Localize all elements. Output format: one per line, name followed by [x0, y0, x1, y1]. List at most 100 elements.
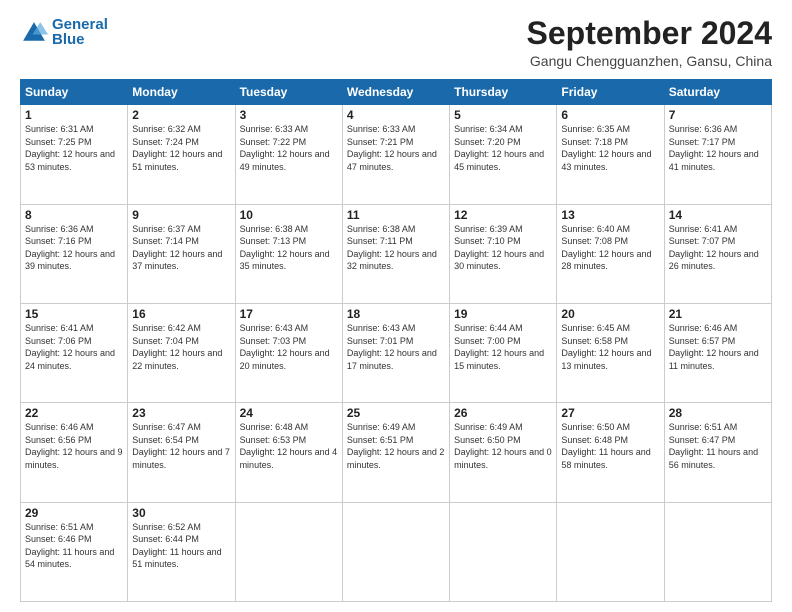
calendar-cell: 30 Sunrise: 6:52 AMSunset: 6:44 PMDaylig… — [128, 502, 235, 601]
day-info: Sunrise: 6:36 AMSunset: 7:16 PMDaylight:… — [25, 223, 123, 273]
calendar-header-row: Sunday Monday Tuesday Wednesday Thursday… — [21, 80, 772, 105]
calendar-cell: 7 Sunrise: 6:36 AMSunset: 7:17 PMDayligh… — [664, 105, 771, 204]
day-number: 9 — [132, 208, 230, 222]
calendar-cell: 18 Sunrise: 6:43 AMSunset: 7:01 PMDaylig… — [342, 303, 449, 402]
day-number: 21 — [669, 307, 767, 321]
day-info: Sunrise: 6:49 AMSunset: 6:50 PMDaylight:… — [454, 421, 552, 471]
logo-icon — [20, 19, 48, 47]
calendar-cell: 28 Sunrise: 6:51 AMSunset: 6:47 PMDaylig… — [664, 403, 771, 502]
calendar-cell: 9 Sunrise: 6:37 AMSunset: 7:14 PMDayligh… — [128, 204, 235, 303]
day-number: 22 — [25, 406, 123, 420]
week-row-1: 1 Sunrise: 6:31 AMSunset: 7:25 PMDayligh… — [21, 105, 772, 204]
day-number: 5 — [454, 108, 552, 122]
day-info: Sunrise: 6:41 AMSunset: 7:06 PMDaylight:… — [25, 322, 123, 372]
calendar-cell: 8 Sunrise: 6:36 AMSunset: 7:16 PMDayligh… — [21, 204, 128, 303]
calendar-cell: 5 Sunrise: 6:34 AMSunset: 7:20 PMDayligh… — [450, 105, 557, 204]
calendar-cell — [450, 502, 557, 601]
day-info: Sunrise: 6:37 AMSunset: 7:14 PMDaylight:… — [132, 223, 230, 273]
day-number: 18 — [347, 307, 445, 321]
col-friday: Friday — [557, 80, 664, 105]
day-number: 1 — [25, 108, 123, 122]
day-number: 7 — [669, 108, 767, 122]
day-number: 4 — [347, 108, 445, 122]
day-info: Sunrise: 6:43 AMSunset: 7:03 PMDaylight:… — [240, 322, 338, 372]
day-number: 28 — [669, 406, 767, 420]
calendar-cell: 26 Sunrise: 6:49 AMSunset: 6:50 PMDaylig… — [450, 403, 557, 502]
calendar-cell: 6 Sunrise: 6:35 AMSunset: 7:18 PMDayligh… — [557, 105, 664, 204]
day-number: 3 — [240, 108, 338, 122]
day-info: Sunrise: 6:48 AMSunset: 6:53 PMDaylight:… — [240, 421, 338, 471]
day-number: 14 — [669, 208, 767, 222]
day-info: Sunrise: 6:38 AMSunset: 7:13 PMDaylight:… — [240, 223, 338, 273]
calendar-cell: 25 Sunrise: 6:49 AMSunset: 6:51 PMDaylig… — [342, 403, 449, 502]
calendar-cell: 12 Sunrise: 6:39 AMSunset: 7:10 PMDaylig… — [450, 204, 557, 303]
day-number: 25 — [347, 406, 445, 420]
calendar-cell: 13 Sunrise: 6:40 AMSunset: 7:08 PMDaylig… — [557, 204, 664, 303]
col-saturday: Saturday — [664, 80, 771, 105]
calendar-cell — [664, 502, 771, 601]
location: Gangu Chengguanzhen, Gansu, China — [527, 53, 772, 69]
day-info: Sunrise: 6:36 AMSunset: 7:17 PMDaylight:… — [669, 123, 767, 173]
day-info: Sunrise: 6:34 AMSunset: 7:20 PMDaylight:… — [454, 123, 552, 173]
calendar-table: Sunday Monday Tuesday Wednesday Thursday… — [20, 79, 772, 602]
day-info: Sunrise: 6:33 AMSunset: 7:21 PMDaylight:… — [347, 123, 445, 173]
day-info: Sunrise: 6:43 AMSunset: 7:01 PMDaylight:… — [347, 322, 445, 372]
day-number: 6 — [561, 108, 659, 122]
calendar-cell: 22 Sunrise: 6:46 AMSunset: 6:56 PMDaylig… — [21, 403, 128, 502]
day-number: 30 — [132, 506, 230, 520]
day-info: Sunrise: 6:49 AMSunset: 6:51 PMDaylight:… — [347, 421, 445, 471]
day-number: 19 — [454, 307, 552, 321]
day-number: 11 — [347, 208, 445, 222]
calendar-cell: 16 Sunrise: 6:42 AMSunset: 7:04 PMDaylig… — [128, 303, 235, 402]
day-number: 16 — [132, 307, 230, 321]
col-tuesday: Tuesday — [235, 80, 342, 105]
calendar-cell: 14 Sunrise: 6:41 AMSunset: 7:07 PMDaylig… — [664, 204, 771, 303]
calendar-cell: 21 Sunrise: 6:46 AMSunset: 6:57 PMDaylig… — [664, 303, 771, 402]
col-sunday: Sunday — [21, 80, 128, 105]
header: General Blue September 2024 Gangu Chengg… — [20, 16, 772, 69]
calendar-cell — [557, 502, 664, 601]
day-info: Sunrise: 6:46 AMSunset: 6:56 PMDaylight:… — [25, 421, 123, 471]
calendar-cell: 17 Sunrise: 6:43 AMSunset: 7:03 PMDaylig… — [235, 303, 342, 402]
calendar-cell — [342, 502, 449, 601]
day-number: 26 — [454, 406, 552, 420]
day-info: Sunrise: 6:35 AMSunset: 7:18 PMDaylight:… — [561, 123, 659, 173]
calendar-cell: 3 Sunrise: 6:33 AMSunset: 7:22 PMDayligh… — [235, 105, 342, 204]
day-info: Sunrise: 6:42 AMSunset: 7:04 PMDaylight:… — [132, 322, 230, 372]
calendar-cell: 10 Sunrise: 6:38 AMSunset: 7:13 PMDaylig… — [235, 204, 342, 303]
day-number: 12 — [454, 208, 552, 222]
day-info: Sunrise: 6:46 AMSunset: 6:57 PMDaylight:… — [669, 322, 767, 372]
day-number: 15 — [25, 307, 123, 321]
week-row-3: 15 Sunrise: 6:41 AMSunset: 7:06 PMDaylig… — [21, 303, 772, 402]
calendar-cell: 2 Sunrise: 6:32 AMSunset: 7:24 PMDayligh… — [128, 105, 235, 204]
title-block: September 2024 Gangu Chengguanzhen, Gans… — [527, 16, 772, 69]
day-info: Sunrise: 6:33 AMSunset: 7:22 PMDaylight:… — [240, 123, 338, 173]
day-info: Sunrise: 6:39 AMSunset: 7:10 PMDaylight:… — [454, 223, 552, 273]
calendar-cell: 27 Sunrise: 6:50 AMSunset: 6:48 PMDaylig… — [557, 403, 664, 502]
calendar-cell: 11 Sunrise: 6:38 AMSunset: 7:11 PMDaylig… — [342, 204, 449, 303]
day-number: 27 — [561, 406, 659, 420]
day-info: Sunrise: 6:31 AMSunset: 7:25 PMDaylight:… — [25, 123, 123, 173]
day-info: Sunrise: 6:41 AMSunset: 7:07 PMDaylight:… — [669, 223, 767, 273]
day-info: Sunrise: 6:50 AMSunset: 6:48 PMDaylight:… — [561, 421, 659, 471]
day-number: 17 — [240, 307, 338, 321]
day-number: 8 — [25, 208, 123, 222]
calendar-cell: 19 Sunrise: 6:44 AMSunset: 7:00 PMDaylig… — [450, 303, 557, 402]
col-wednesday: Wednesday — [342, 80, 449, 105]
calendar-cell: 23 Sunrise: 6:47 AMSunset: 6:54 PMDaylig… — [128, 403, 235, 502]
calendar-cell: 15 Sunrise: 6:41 AMSunset: 7:06 PMDaylig… — [21, 303, 128, 402]
day-info: Sunrise: 6:38 AMSunset: 7:11 PMDaylight:… — [347, 223, 445, 273]
day-number: 10 — [240, 208, 338, 222]
day-info: Sunrise: 6:51 AMSunset: 6:47 PMDaylight:… — [669, 421, 767, 471]
day-number: 24 — [240, 406, 338, 420]
day-info: Sunrise: 6:45 AMSunset: 6:58 PMDaylight:… — [561, 322, 659, 372]
col-monday: Monday — [128, 80, 235, 105]
day-info: Sunrise: 6:40 AMSunset: 7:08 PMDaylight:… — [561, 223, 659, 273]
day-number: 23 — [132, 406, 230, 420]
calendar-cell: 4 Sunrise: 6:33 AMSunset: 7:21 PMDayligh… — [342, 105, 449, 204]
week-row-4: 22 Sunrise: 6:46 AMSunset: 6:56 PMDaylig… — [21, 403, 772, 502]
calendar-cell: 29 Sunrise: 6:51 AMSunset: 6:46 PMDaylig… — [21, 502, 128, 601]
week-row-2: 8 Sunrise: 6:36 AMSunset: 7:16 PMDayligh… — [21, 204, 772, 303]
day-number: 29 — [25, 506, 123, 520]
col-thursday: Thursday — [450, 80, 557, 105]
